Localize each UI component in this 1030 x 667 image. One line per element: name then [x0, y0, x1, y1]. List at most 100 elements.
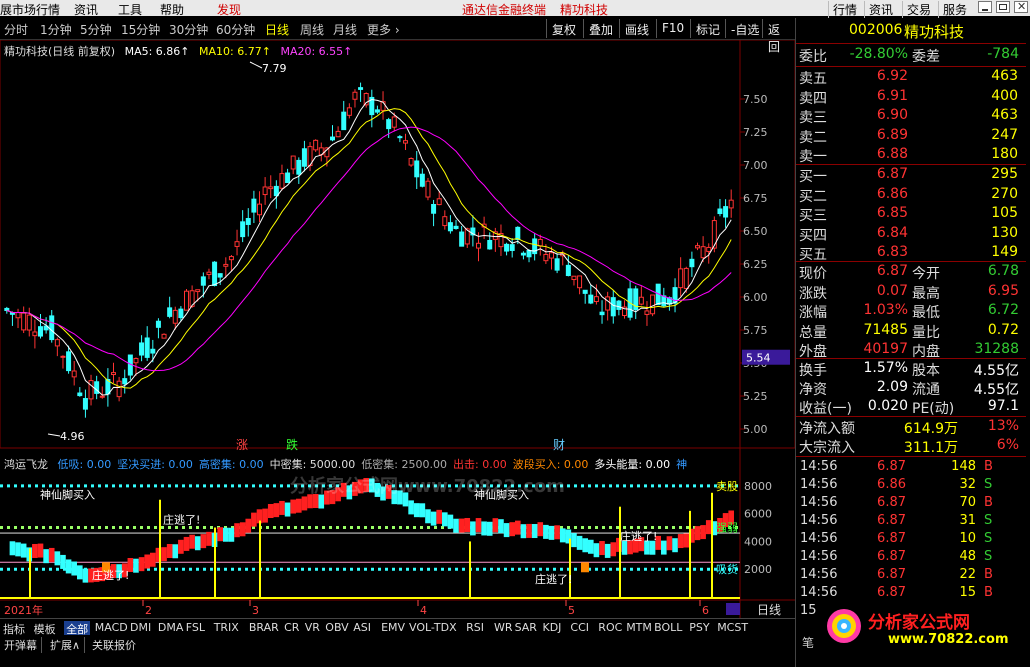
candle-body: [290, 155, 296, 170]
chart-area[interactable]: 7.507.257.006.756.506.256.005.755.505.25…: [0, 39, 796, 618]
top-button-trade[interactable]: 交易: [902, 1, 935, 18]
period-tab[interactable]: 15分钟: [121, 21, 160, 38]
period-tab[interactable]: 分时: [4, 21, 28, 38]
period-tab[interactable]: 月线: [333, 21, 357, 38]
period-tab-active[interactable]: 日线: [265, 21, 289, 38]
minimize-icon[interactable]: [978, 1, 992, 13]
indicator-block: [194, 536, 201, 551]
indicator-tab[interactable]: DMA: [158, 621, 184, 634]
period-tab-more[interactable]: 更多 ›: [367, 21, 400, 38]
kline-chart[interactable]: 7.507.257.006.756.506.256.005.755.505.25…: [0, 39, 796, 618]
indicator-block: [661, 540, 667, 555]
tick-row: 14:56 6.87 48 S: [800, 549, 993, 564]
ask-row[interactable]: 卖二 6.89 247: [796, 127, 1021, 146]
indicator-block: [267, 504, 274, 519]
candle-body: [4, 307, 10, 311]
toolbar-button-draw[interactable]: 画线: [619, 19, 654, 38]
candle-body: [543, 253, 549, 262]
expand-button[interactable]: 扩展∧: [50, 637, 86, 653]
indicator-tab[interactable]: ASI: [353, 621, 371, 634]
event-label-cai: 财: [553, 438, 565, 452]
top-button-quote[interactable]: 行情: [828, 1, 861, 18]
toolbar-button-fuquan[interactable]: 复权: [546, 19, 581, 38]
indicator-tab[interactable]: WR: [494, 621, 513, 634]
menu-item-help[interactable]: 帮助: [160, 1, 184, 18]
indicator-run-signal: 庄逃了!: [163, 512, 200, 526]
indicator-tab[interactable]: SAR: [515, 621, 537, 634]
toolbar-button-f10[interactable]: F10: [656, 19, 689, 38]
indicator-block: [71, 561, 77, 576]
candle-body: [144, 337, 150, 358]
indicator-block: [515, 520, 521, 535]
indicator-block: [442, 512, 448, 527]
bid-row[interactable]: 买四 6.84 130: [796, 225, 1021, 244]
indicator-tab[interactable]: MTM: [626, 621, 652, 634]
indicator-tab[interactable]: BRAR: [249, 621, 279, 634]
danmu-button[interactable]: 开弹幕: [4, 637, 42, 653]
candle-body: [15, 312, 21, 319]
candle-body: [644, 310, 650, 315]
indicator-legend-item: 出击: 0.00: [453, 458, 507, 471]
bid-row[interactable]: 买二 6.86 270: [796, 186, 1021, 205]
candle-body: [167, 307, 173, 317]
ask-row[interactable]: 卖三 6.90 463: [796, 107, 1021, 126]
indicator-tab[interactable]: RSI: [466, 621, 484, 634]
candle-body: [711, 220, 717, 249]
indicator-block: [593, 543, 600, 558]
close-icon[interactable]: ✕: [1014, 0, 1028, 13]
indicator-tab[interactable]: OBV: [325, 621, 348, 634]
indicator-tab[interactable]: VOL-TDX: [409, 621, 457, 634]
ask-row[interactable]: 卖五 6.92 463: [796, 68, 1021, 87]
top-button-service[interactable]: 服务: [938, 1, 971, 18]
indicator-tab[interactable]: PSY: [689, 621, 709, 634]
menu-item-market[interactable]: 展市场行情: [0, 1, 60, 18]
indicator-tab[interactable]: ROC: [598, 621, 622, 634]
related-quote-button[interactable]: 关联报价: [92, 637, 140, 653]
indicator-name[interactable]: 鸿运飞龙: [4, 458, 48, 471]
period-tab[interactable]: 周线: [300, 21, 324, 38]
candle-body: [234, 241, 240, 247]
bid-row[interactable]: 买三 6.85 105: [796, 205, 1021, 224]
period-tab[interactable]: 60分钟: [216, 21, 255, 38]
bid-row[interactable]: 买一 6.87 295: [796, 166, 1021, 185]
toolbar-button-back[interactable]: 返回: [762, 19, 795, 54]
indicator-tab[interactable]: BOLL: [654, 621, 682, 634]
indicator-tab[interactable]: VR: [305, 621, 320, 634]
menu-item-news[interactable]: 资讯: [74, 1, 98, 18]
date-axis-year: 2021年: [4, 603, 43, 617]
indicator-block: [537, 522, 544, 537]
indicator-tab[interactable]: CCI: [570, 621, 589, 634]
indicator-tab[interactable]: TRIX: [214, 621, 239, 634]
indicator-tab[interactable]: EMV: [381, 621, 405, 634]
top-button-news[interactable]: 资讯: [864, 1, 897, 18]
candle-body: [133, 358, 139, 364]
candle-body: [195, 289, 201, 293]
ask-row[interactable]: 卖一 6.88 180: [796, 146, 1021, 165]
watermark-title: 分析家公式网: [868, 613, 970, 633]
indicator-tab[interactable]: DMI: [130, 621, 151, 634]
toolbar-button-mark[interactable]: 标记: [690, 19, 725, 38]
maximize-icon[interactable]: [996, 1, 1010, 13]
indicator-tab[interactable]: MCST: [717, 621, 748, 634]
period-tab[interactable]: 5分钟: [80, 21, 112, 38]
menu-item-tools[interactable]: 工具: [118, 1, 142, 18]
weibi-row: 委比 -28.80% 委差 -784: [799, 46, 1019, 65]
period-tab[interactable]: 1分钟: [40, 21, 72, 38]
candle-body: [341, 111, 347, 131]
indicator-block: [498, 519, 504, 534]
indicator-tab[interactable]: FSL: [186, 621, 205, 634]
toolbar-button-overlay[interactable]: 叠加: [583, 19, 618, 38]
indicator-tab[interactable]: KDJ: [543, 621, 562, 634]
indicator-tab[interactable]: CR: [284, 621, 299, 634]
indicator-block: [554, 525, 560, 540]
candle-body: [453, 225, 459, 229]
indicator-block: [543, 524, 549, 539]
ask-row[interactable]: 卖四 6.91 400: [796, 88, 1021, 107]
period-tab[interactable]: 30分钟: [169, 21, 208, 38]
indicator-tab[interactable]: MACD: [95, 621, 128, 634]
indicator-block: [138, 557, 145, 572]
indicator-block: [273, 503, 280, 518]
toolbar-button-remove-favorite[interactable]: -自选: [725, 19, 764, 38]
price-axis-label: 5.00: [743, 423, 768, 436]
menu-item-discover[interactable]: 发现: [217, 1, 241, 18]
